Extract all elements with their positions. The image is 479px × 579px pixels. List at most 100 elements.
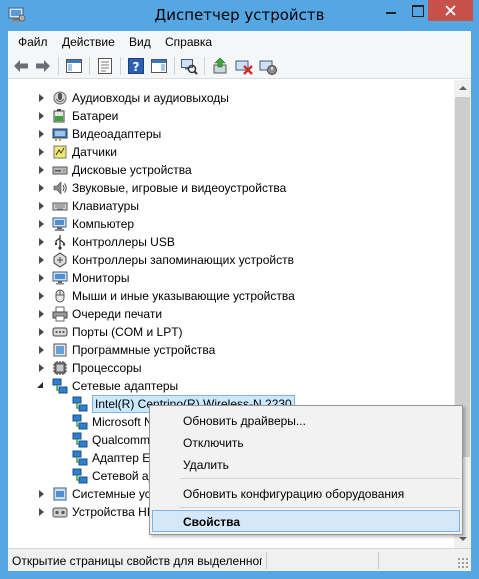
tree-item-label: Программные устройства [72, 343, 216, 357]
minimize-button[interactable] [377, 0, 404, 21]
tree-category[interactable]: Мыши и иные указывающие устройства [8, 287, 448, 305]
system-device-icon [53, 487, 67, 501]
tree-category[interactable]: Видеоадаптеры [8, 125, 448, 143]
tree-category[interactable]: Очереди печати [8, 305, 448, 323]
tree-item-label: Батареи [72, 109, 119, 123]
collapse-arrow-icon[interactable] [39, 220, 44, 228]
context-uninstall[interactable]: Удалить [152, 453, 460, 475]
tree-item-label: Устройства HI [72, 505, 151, 519]
context-update-drivers[interactable]: Обновить драйверы... [152, 409, 460, 431]
collapse-arrow-icon[interactable] [39, 112, 44, 120]
collapse-arrow-icon[interactable] [39, 490, 44, 498]
tree-category[interactable]: Дисковые устройства [8, 161, 448, 179]
tree-category[interactable]: Сетевые адаптеры [8, 377, 448, 395]
tree-category[interactable]: Батареи [8, 107, 448, 125]
resize-grip[interactable] [457, 557, 469, 569]
update-driver-icon[interactable] [211, 57, 229, 75]
context-item-label: Обновить конфигурацию оборудования [183, 487, 405, 501]
title-bar[interactable]: Диспетчер устройств [0, 0, 479, 32]
tree-category[interactable]: Датчики [8, 143, 448, 161]
computer-icon [52, 217, 67, 231]
scan-hardware-icon[interactable] [180, 57, 198, 75]
help-icon[interactable]: ? [127, 57, 145, 75]
tree-item-label: Системные уст [72, 487, 157, 501]
tree-category[interactable]: Звуковые, игровые и видеоустройства [8, 179, 448, 197]
collapse-arrow-icon[interactable] [39, 202, 44, 210]
tree-item-label: Дисковые устройства [72, 163, 192, 177]
menu-view[interactable]: Вид [129, 35, 151, 49]
battery-icon [53, 109, 65, 123]
tree-item-label: Видеоадаптеры [72, 127, 162, 141]
collapse-arrow-icon[interactable] [39, 166, 44, 174]
back-icon[interactable] [12, 57, 30, 75]
collapse-arrow-icon[interactable] [39, 310, 44, 318]
keyboard-icon [52, 202, 68, 211]
show-hide-action-pane-icon[interactable] [150, 57, 168, 75]
toolbar: ? [8, 53, 471, 79]
collapse-arrow-icon[interactable] [39, 508, 44, 516]
forward-icon[interactable] [34, 57, 52, 75]
collapse-arrow-icon[interactable] [39, 328, 44, 336]
network-adapter-icon [72, 468, 88, 484]
software-device-icon [53, 343, 67, 357]
tree-category[interactable]: Процессоры [8, 359, 448, 377]
tree-category[interactable]: Аудиовходы и аудиовыходы [8, 89, 448, 107]
collapse-arrow-icon[interactable] [39, 256, 44, 264]
processor-icon [53, 361, 67, 375]
tree-item-label: Сетевой ад [92, 469, 156, 483]
collapse-arrow-icon[interactable] [39, 274, 44, 282]
tree-category[interactable]: Порты (COM и LPT) [8, 323, 448, 341]
collapse-arrow-icon[interactable] [39, 364, 44, 372]
tree-category[interactable]: Мониторы [8, 269, 448, 287]
tree-item-label: Контроллеры запоминающих устройств [72, 253, 294, 267]
menu-action[interactable]: Действие [62, 35, 115, 49]
toolbar-separator [89, 57, 90, 75]
port-icon [52, 327, 68, 337]
maximize-button[interactable] [404, 0, 431, 21]
collapse-arrow-icon[interactable] [39, 238, 44, 246]
tree-item-label: Мониторы [72, 271, 130, 285]
tree-item-label: Клавиатуры [72, 199, 139, 213]
collapse-arrow-icon[interactable] [39, 346, 44, 354]
tree-item-label: Звуковые, игровые и видеоустройства [72, 181, 287, 195]
hid-device-icon [52, 507, 68, 518]
tree-category[interactable]: Клавиатуры [8, 197, 448, 215]
scroll-thumb[interactable] [455, 97, 470, 457]
context-scan-hardware[interactable]: Обновить конфигурацию оборудования [152, 482, 460, 504]
svg-text:?: ? [133, 60, 140, 74]
tree-category[interactable]: Контроллеры запоминающих устройств [8, 251, 448, 269]
show-hide-console-tree-icon[interactable] [65, 57, 83, 75]
context-properties[interactable]: Свойства [152, 510, 460, 532]
context-separator [180, 478, 460, 479]
context-separator [180, 507, 460, 508]
collapse-arrow-icon[interactable] [39, 130, 44, 138]
properties-icon[interactable] [96, 57, 114, 75]
collapse-arrow-icon[interactable] [39, 148, 44, 156]
uninstall-device-icon[interactable] [235, 57, 253, 75]
menu-bar: Файл Действие Вид Справка [8, 31, 471, 53]
scroll-up-arrow[interactable] [454, 80, 471, 97]
menu-file[interactable]: Файл [18, 35, 48, 49]
tree-category[interactable]: Контроллеры USB [8, 233, 448, 251]
speaker-icon [53, 181, 67, 195]
mouse-icon [55, 289, 65, 303]
network-adapter-icon [72, 450, 88, 466]
tree-category[interactable]: Программные устройства [8, 341, 448, 359]
context-item-label: Отключить [183, 436, 244, 450]
status-divider [266, 552, 267, 569]
context-item-label: Обновить драйверы... [183, 414, 306, 428]
expand-arrow-icon[interactable] [37, 382, 43, 388]
sensor-icon [53, 145, 67, 159]
network-adapter-icon [52, 378, 68, 394]
toolbar-separator [120, 57, 121, 75]
network-adapter-icon [72, 432, 88, 448]
collapse-arrow-icon[interactable] [39, 292, 44, 300]
close-button[interactable] [428, 0, 473, 21]
menu-help[interactable]: Справка [165, 35, 212, 49]
context-disable[interactable]: Отключить [152, 431, 460, 453]
collapse-arrow-icon[interactable] [39, 184, 44, 192]
collapse-arrow-icon[interactable] [39, 94, 44, 102]
toolbar-separator [204, 57, 205, 75]
enable-device-icon[interactable] [259, 57, 277, 75]
tree-category[interactable]: Компьютер [8, 215, 448, 233]
